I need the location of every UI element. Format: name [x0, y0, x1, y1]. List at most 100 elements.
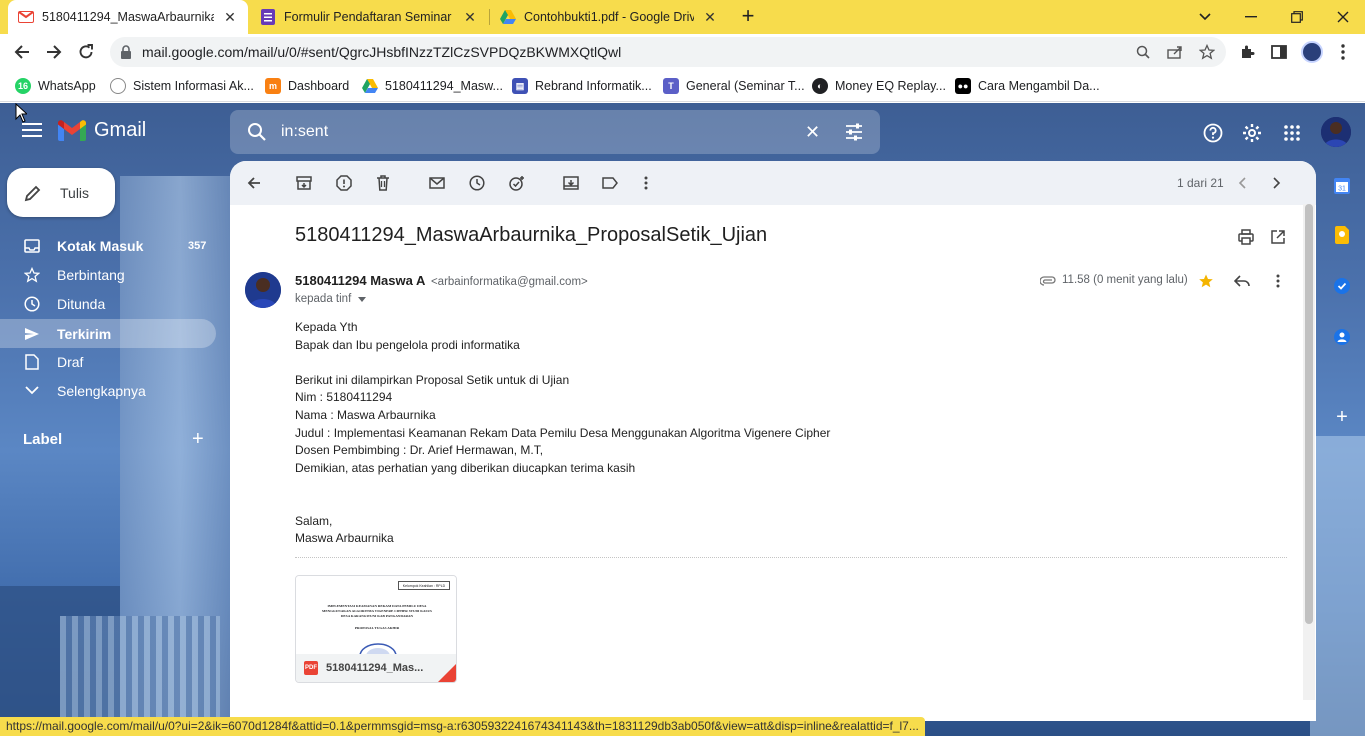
globe-icon: ◐: [812, 78, 828, 94]
search-options-icon[interactable]: [844, 122, 864, 142]
reload-button[interactable]: [74, 40, 98, 64]
gmail-logo[interactable]: Gmail: [58, 119, 146, 142]
tasks-icon[interactable]: [1333, 277, 1351, 295]
tab-gmail[interactable]: 5180411294_MaswaArbaurnika_P ✕: [8, 0, 248, 34]
nav-starred[interactable]: Berbintang: [0, 260, 220, 289]
labels-heading: Label: [23, 431, 63, 448]
scrollbar-thumb[interactable]: [1305, 204, 1313, 624]
newer-icon[interactable]: [1232, 173, 1252, 193]
bookmark-cara-mengambil[interactable]: ●● Cara Mengambil Da...: [955, 76, 1100, 96]
restore-button[interactable]: [1285, 5, 1309, 29]
search-input[interactable]: in:sent: [281, 123, 328, 141]
print-icon[interactable]: [1236, 227, 1256, 247]
apps-grid-icon[interactable]: [1281, 122, 1303, 144]
address-bar[interactable]: mail.google.com/mail/u/0/#sent/QgrcJHsbf…: [110, 37, 1226, 67]
attachment-preview[interactable]: Kelompok Keahlian : RPLD IMPLEMENTASI KE…: [296, 576, 456, 656]
message-more-icon[interactable]: [1268, 271, 1288, 291]
bookmark-whatsapp[interactable]: 16 WhatsApp: [15, 76, 96, 96]
main-menu-icon[interactable]: [22, 123, 42, 139]
bookmark-general-seminar[interactable]: T General (Seminar T...: [663, 76, 805, 96]
calendar-icon[interactable]: 31: [1333, 177, 1351, 195]
attachment-name-bar[interactable]: PDF 5180411294_Mas...: [296, 654, 456, 682]
caret-down-icon[interactable]: [358, 297, 367, 302]
new-tab-button[interactable]: +: [736, 5, 760, 29]
move-to-icon[interactable]: [561, 173, 581, 193]
report-spam-icon[interactable]: [334, 173, 354, 193]
add-task-icon[interactable]: [507, 173, 527, 193]
preview-subtitle: PROPOSAL TUGAS AKHIR: [354, 626, 400, 630]
mail-search-bar[interactable]: in:sent ✕: [230, 110, 880, 154]
clear-search-icon[interactable]: ✕: [805, 122, 820, 143]
link-status-bar: https://mail.google.com/mail/u/0?ui=2&ik…: [0, 717, 925, 736]
drive-icon: [362, 78, 378, 94]
snooze-clock-icon[interactable]: [467, 173, 487, 193]
message-scrollbar[interactable]: [1303, 204, 1315, 700]
zoom-icon[interactable]: [1134, 43, 1152, 61]
attachment-name: 5180411294_Mas...: [326, 662, 424, 674]
back-to-list-icon[interactable]: [244, 173, 264, 193]
browser-profile-avatar[interactable]: [1301, 41, 1323, 63]
compose-button[interactable]: Tulis: [7, 168, 115, 217]
help-icon[interactable]: [1202, 122, 1224, 144]
gmail-app: Gmail in:sent ✕ Tulis Kotak Masuk 357 Be…: [0, 103, 1365, 736]
bookmark-dashboard[interactable]: m Dashboard: [265, 76, 349, 96]
svg-text:31: 31: [1338, 186, 1346, 193]
close-window-button[interactable]: [1331, 5, 1355, 29]
archive-icon[interactable]: [294, 173, 314, 193]
clock-icon: [23, 295, 41, 313]
tab-search-button[interactable]: [1193, 5, 1217, 29]
close-icon[interactable]: ✕: [222, 9, 238, 26]
label-icon[interactable]: [600, 173, 620, 193]
keep-icon[interactable]: [1333, 226, 1351, 244]
open-new-window-icon[interactable]: [1268, 227, 1288, 247]
nav-drafts[interactable]: Draf: [0, 347, 220, 376]
attachment-card[interactable]: Kelompok Keahlian : RPLD IMPLEMENTASI KE…: [295, 575, 457, 683]
chevron-down-icon: [23, 382, 41, 400]
add-label-button[interactable]: +: [192, 428, 204, 451]
minimize-button[interactable]: [1239, 5, 1263, 29]
extensions-icon[interactable]: [1237, 42, 1257, 62]
delete-icon[interactable]: [373, 173, 393, 193]
more-options-icon[interactable]: [636, 173, 656, 193]
bookmark-money-eq[interactable]: ◐ Money EQ Replay...: [812, 76, 946, 96]
search-icon[interactable]: [247, 122, 267, 142]
bookmark-label: Sistem Informasi Ak...: [133, 79, 254, 93]
nav-inbox[interactable]: Kotak Masuk 357: [0, 231, 220, 260]
browser-menu-icon[interactable]: [1333, 42, 1353, 62]
bookmark-rebrand[interactable]: ▤ Rebrand Informatik...: [512, 76, 652, 96]
forward-button[interactable]: [42, 40, 66, 64]
nav-more[interactable]: Selengkapnya: [0, 376, 220, 405]
mark-unread-icon[interactable]: [427, 173, 447, 193]
body-line: Kepada Yth: [295, 320, 358, 334]
tab-formulir[interactable]: Formulir Pendaftaran Seminar Te ✕: [250, 0, 488, 34]
account-avatar[interactable]: [1321, 117, 1351, 147]
bookmark-star-icon[interactable]: [1198, 43, 1216, 61]
nav-sent[interactable]: Terkirim: [0, 319, 216, 348]
settings-gear-icon[interactable]: [1241, 122, 1263, 144]
back-button[interactable]: [10, 40, 34, 64]
reply-icon[interactable]: [1232, 271, 1252, 291]
message-toolbar: 1 dari 21: [230, 161, 1316, 205]
pdf-icon: PDF: [304, 661, 318, 675]
nav-snoozed[interactable]: Ditunda: [0, 289, 220, 318]
older-icon[interactable]: [1267, 173, 1287, 193]
add-app-icon[interactable]: +: [1333, 406, 1351, 428]
attachments-divider: [295, 557, 1287, 558]
nav-label: Draf: [57, 353, 84, 370]
draft-icon: [23, 353, 41, 371]
close-icon[interactable]: ✕: [462, 9, 478, 26]
side-panel-icon[interactable]: [1269, 42, 1289, 62]
close-icon[interactable]: ✕: [702, 9, 718, 26]
gmail-m-icon: [58, 120, 86, 141]
contacts-icon[interactable]: [1333, 328, 1351, 346]
bookmark-sistem-informasi[interactable]: Sistem Informasi Ak...: [110, 76, 254, 96]
sender-name[interactable]: 5180411294 Maswa A: [295, 273, 425, 288]
recipients-line[interactable]: kepada tinf: [295, 293, 367, 305]
star-icon[interactable]: [1196, 271, 1216, 291]
bookmark-drive-file[interactable]: 5180411294_Masw...: [362, 76, 503, 96]
tab-drive[interactable]: Contohbukti1.pdf - Google Drive ✕: [490, 0, 728, 34]
arrow-left-icon: [14, 45, 29, 59]
share-icon[interactable]: [1166, 43, 1184, 61]
mouse-pointer-icon: [15, 103, 27, 123]
sender-avatar[interactable]: [245, 272, 281, 308]
